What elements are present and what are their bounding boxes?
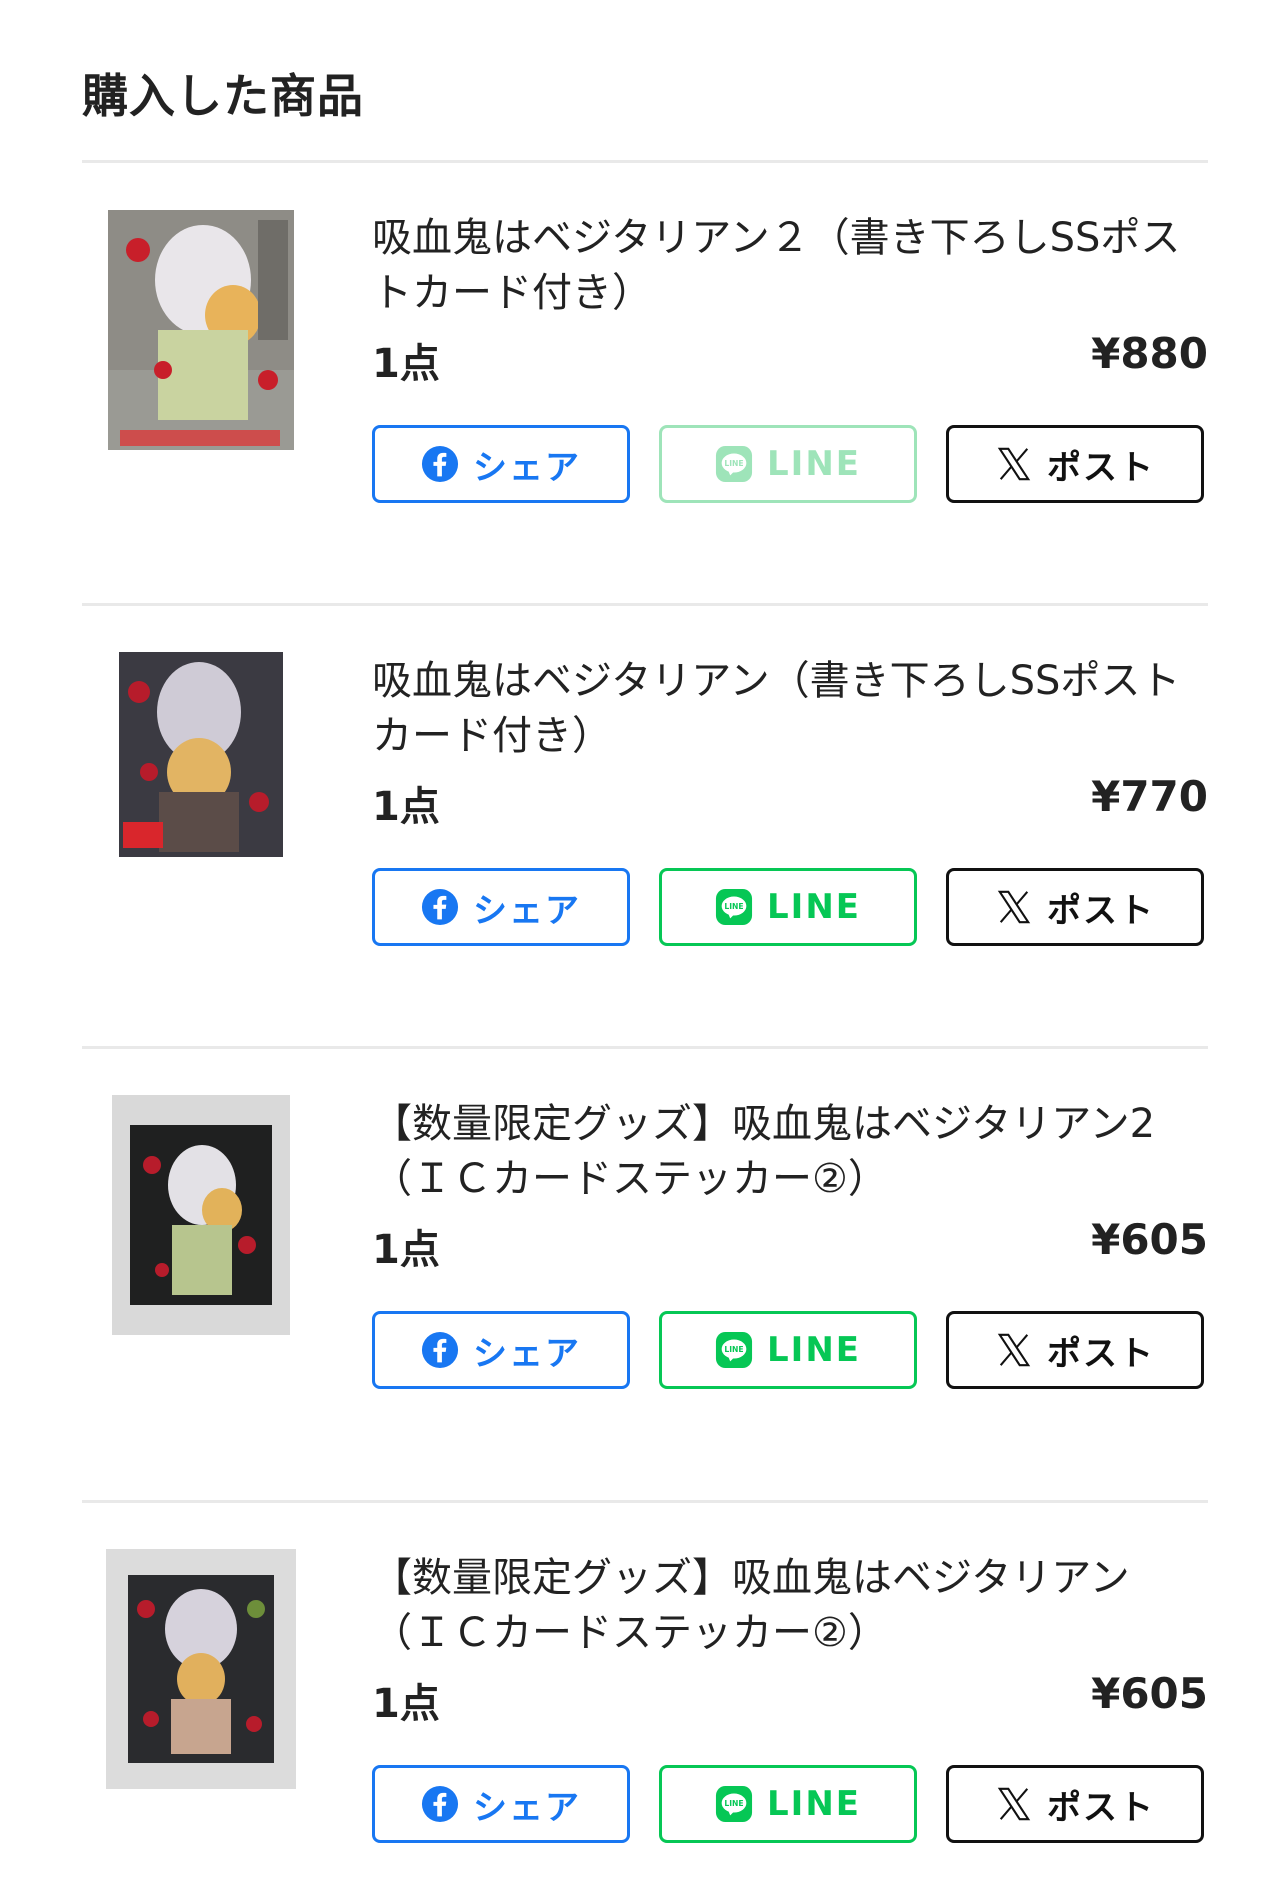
facebook-icon bbox=[421, 1331, 459, 1369]
line-icon: LINE bbox=[715, 888, 753, 926]
x-post-label: ポスト bbox=[1047, 890, 1155, 931]
facebook-share-button[interactable]: シェア bbox=[372, 1765, 630, 1843]
line-share-button[interactable]: LINE LINE bbox=[659, 1311, 917, 1389]
product-price: ¥605 bbox=[1091, 1215, 1208, 1264]
line-icon: LINE bbox=[715, 1785, 753, 1823]
facebook-icon bbox=[421, 1785, 459, 1823]
line-share-button[interactable]: LINE LINE bbox=[659, 868, 917, 946]
x-logo-icon bbox=[997, 1787, 1031, 1821]
line-share-label: LINE bbox=[767, 1784, 861, 1824]
line-share-button[interactable]: LINE LINE bbox=[659, 1765, 917, 1843]
facebook-icon bbox=[421, 888, 459, 926]
purchased-items-page: 購入した商品 吸血鬼はベジタリアン２（書き下ろしSSポストカード付き） 1点 ¥… bbox=[0, 0, 1284, 1903]
product-price: ¥605 bbox=[1091, 1669, 1208, 1718]
x-post-label: ポスト bbox=[1047, 1333, 1155, 1374]
purchased-item: 吸血鬼はベジタリアン（書き下ろしSSポストカード付き） 1点 ¥770 シェア … bbox=[0, 606, 1284, 1046]
line-share-button[interactable]: LINE LINE bbox=[659, 425, 917, 503]
x-post-button[interactable]: ポスト bbox=[946, 868, 1204, 946]
page-title: 購入した商品 bbox=[82, 69, 364, 123]
facebook-icon bbox=[421, 445, 459, 483]
x-post-button[interactable]: ポスト bbox=[946, 1311, 1204, 1389]
facebook-share-button[interactable]: シェア bbox=[372, 1311, 630, 1389]
line-share-label: LINE bbox=[767, 444, 861, 484]
x-logo-icon bbox=[997, 1333, 1031, 1367]
product-price: ¥880 bbox=[1091, 329, 1208, 378]
product-price: ¥770 bbox=[1091, 772, 1208, 821]
x-post-button[interactable]: ポスト bbox=[946, 425, 1204, 503]
product-image-sticker-vol2[interactable] bbox=[112, 1095, 290, 1335]
product-image-sticker-vol1[interactable] bbox=[106, 1549, 296, 1789]
product-image-book-vol2[interactable] bbox=[108, 210, 294, 450]
product-quantity: 1点 bbox=[372, 1681, 440, 1727]
purchased-item: 【数量限定グッズ】吸血鬼はベジタリアン（ＩＣカードステッカー②） 1点 ¥605… bbox=[0, 1503, 1284, 1903]
svg-text:LINE: LINE bbox=[724, 902, 743, 911]
product-title[interactable]: 吸血鬼はベジタリアン（書き下ろしSSポストカード付き） bbox=[372, 654, 1208, 764]
purchased-item: 吸血鬼はベジタリアン２（書き下ろしSSポストカード付き） 1点 ¥880 シェア… bbox=[0, 163, 1284, 603]
facebook-share-label: シェア bbox=[473, 890, 581, 931]
product-quantity: 1点 bbox=[372, 1227, 440, 1273]
x-logo-icon bbox=[997, 890, 1031, 924]
product-title[interactable]: 【数量限定グッズ】吸血鬼はベジタリアン2（ＩＣカードステッカー②） bbox=[372, 1097, 1208, 1207]
svg-text:LINE: LINE bbox=[724, 459, 743, 468]
product-image-book-vol1[interactable] bbox=[119, 652, 283, 892]
line-icon: LINE bbox=[715, 1331, 753, 1369]
line-icon: LINE bbox=[715, 445, 753, 483]
facebook-share-button[interactable]: シェア bbox=[372, 425, 630, 503]
x-logo-icon bbox=[997, 447, 1031, 481]
svg-text:LINE: LINE bbox=[724, 1345, 743, 1354]
facebook-share-button[interactable]: シェア bbox=[372, 868, 630, 946]
svg-text:LINE: LINE bbox=[724, 1799, 743, 1808]
purchased-item: 【数量限定グッズ】吸血鬼はベジタリアン2（ＩＣカードステッカー②） 1点 ¥60… bbox=[0, 1049, 1284, 1489]
line-share-label: LINE bbox=[767, 887, 861, 927]
facebook-share-label: シェア bbox=[473, 1787, 581, 1828]
line-share-label: LINE bbox=[767, 1330, 861, 1370]
facebook-share-label: シェア bbox=[473, 447, 581, 488]
x-post-label: ポスト bbox=[1047, 447, 1155, 488]
x-post-button[interactable]: ポスト bbox=[946, 1765, 1204, 1843]
product-title[interactable]: 【数量限定グッズ】吸血鬼はベジタリアン（ＩＣカードステッカー②） bbox=[372, 1551, 1208, 1661]
product-quantity: 1点 bbox=[372, 341, 440, 387]
x-post-label: ポスト bbox=[1047, 1787, 1155, 1828]
product-title[interactable]: 吸血鬼はベジタリアン２（書き下ろしSSポストカード付き） bbox=[372, 211, 1208, 321]
product-quantity: 1点 bbox=[372, 784, 440, 830]
facebook-share-label: シェア bbox=[473, 1333, 581, 1374]
